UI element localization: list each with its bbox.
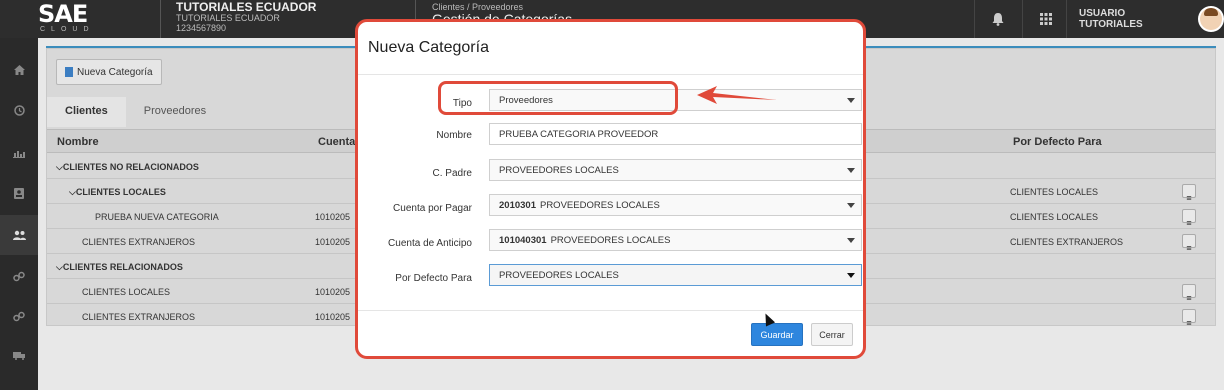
document-icon xyxy=(65,67,73,77)
row-name: CLIENTES LOCALES xyxy=(82,287,171,297)
row-name: ⌵CLIENTES RELACIONADOS xyxy=(56,262,183,272)
row-menu-button[interactable]: ≡ xyxy=(1182,309,1196,328)
clock-icon xyxy=(13,104,25,116)
cuenta-anticipo-select[interactable]: 101040301 PROVEEDORES LOCALES xyxy=(489,229,862,251)
caret-down-icon xyxy=(847,168,855,173)
tab-clientes[interactable]: Clientes xyxy=(47,97,126,127)
menu-icon: ≡ xyxy=(1186,193,1192,203)
user-name: USUARIO TUTORIALES xyxy=(1079,8,1143,30)
sidebar-item-shipping[interactable] xyxy=(0,336,38,376)
close-button[interactable]: Cerrar xyxy=(811,323,853,346)
menu-icon: ≡ xyxy=(1186,218,1192,228)
row-name: PRUEBA NUEVA CATEGORIA xyxy=(95,212,219,222)
row-account: 1010205 xyxy=(315,312,351,322)
save-button[interactable]: Guardar xyxy=(751,323,803,346)
padre-label: C. Padre xyxy=(432,168,472,179)
cuenta-anticipo-code: 101040301 xyxy=(499,234,547,246)
caret-down-icon xyxy=(847,238,855,243)
contact-icon xyxy=(14,187,24,199)
cuenta-anticipo-value: PROVEEDORES LOCALES xyxy=(550,234,671,246)
modal-footer-divider xyxy=(358,310,863,311)
row-account: 1010205 xyxy=(315,287,351,297)
row-menu-button[interactable]: ≡ xyxy=(1182,284,1196,303)
sidebar xyxy=(0,38,38,390)
sidebar-item-reports[interactable] xyxy=(0,133,38,173)
cuenta-pagar-value: PROVEEDORES LOCALES xyxy=(539,199,660,211)
grid-icon xyxy=(1039,13,1052,25)
row-name: CLIENTES EXTRANJEROS xyxy=(82,237,196,247)
column-header-account[interactable]: Cuenta xyxy=(318,136,355,148)
sidebar-item-relations[interactable] xyxy=(0,296,38,336)
tab-bar: Clientes Proveedores xyxy=(47,97,224,127)
nombre-label: Nombre xyxy=(436,130,472,141)
annotation-arrow xyxy=(697,86,777,104)
sidebar-item-home[interactable] xyxy=(0,50,38,90)
logo-sub: CLOUD xyxy=(40,26,95,33)
truck-icon xyxy=(13,352,25,360)
defecto-label: Por Defecto Para xyxy=(395,273,472,284)
app-logo[interactable]: SAE CLOUD xyxy=(38,2,100,34)
new-category-modal: Nueva Categoría Tipo Proveedores Nombre … xyxy=(355,19,866,359)
defecto-value: PROVEEDORES LOCALES xyxy=(499,269,619,281)
row-menu-button[interactable]: ≡ xyxy=(1182,184,1196,203)
modal-title: Nueva Categoría xyxy=(368,39,489,56)
row-menu-button[interactable]: ≡ xyxy=(1182,234,1196,253)
notifications-button[interactable] xyxy=(974,0,1020,38)
sidebar-item-links[interactable] xyxy=(0,256,38,296)
sidebar-item-history[interactable] xyxy=(0,90,38,130)
menu-icon: ≡ xyxy=(1186,318,1192,328)
defecto-select[interactable]: PROVEEDORES LOCALES xyxy=(489,264,862,286)
home-icon xyxy=(13,65,25,75)
sidebar-item-clients[interactable] xyxy=(0,215,38,255)
tab-proveedores[interactable]: Proveedores xyxy=(126,97,224,127)
row-name: ⌵CLIENTES LOCALES xyxy=(69,187,166,197)
nombre-value: PRUEBA CATEGORIA PROVEEDOR xyxy=(499,128,659,140)
new-category-button[interactable]: Nueva Categoría xyxy=(56,59,162,85)
padre-select[interactable]: PROVEEDORES LOCALES xyxy=(489,159,862,181)
row-default: CLIENTES LOCALES xyxy=(1010,212,1099,222)
avatar xyxy=(1198,6,1224,32)
row-default: CLIENTES EXTRANJEROS xyxy=(1010,237,1124,247)
link-icon xyxy=(13,271,25,281)
logo-main: SAE xyxy=(38,0,88,28)
row-default: CLIENTES LOCALES xyxy=(1010,187,1099,197)
company-name: TUTORIALES ECUADOR xyxy=(176,0,317,14)
users-icon xyxy=(12,230,26,240)
new-category-label: Nueva Categoría xyxy=(77,66,153,78)
column-header-default[interactable]: Por Defecto Para xyxy=(1013,136,1102,148)
sidebar-item-contacts[interactable] xyxy=(0,173,38,213)
chart-icon xyxy=(13,150,25,158)
menu-icon: ≡ xyxy=(1186,293,1192,303)
annotation-highlight-box xyxy=(438,81,678,115)
apps-button[interactable] xyxy=(1022,0,1068,38)
row-name: ⌵CLIENTES NO RELACIONADOS xyxy=(56,162,199,172)
row-account: 1010205 xyxy=(315,237,351,247)
caret-down-icon xyxy=(847,273,855,278)
row-menu-button[interactable]: ≡ xyxy=(1182,209,1196,228)
caret-down-icon xyxy=(847,98,855,103)
cuenta-pagar-label: Cuenta por Pagar xyxy=(393,203,472,214)
bell-icon xyxy=(992,13,1003,26)
padre-value: PROVEEDORES LOCALES xyxy=(499,164,619,176)
link-icon xyxy=(13,311,25,321)
nombre-input[interactable]: PRUEBA CATEGORIA PROVEEDOR xyxy=(489,123,862,145)
menu-icon: ≡ xyxy=(1186,243,1192,253)
modal-header-divider xyxy=(358,74,863,75)
caret-down-icon xyxy=(847,203,855,208)
cuenta-pagar-code: 2010301 xyxy=(499,199,536,211)
cuenta-pagar-select[interactable]: 2010301 PROVEEDORES LOCALES xyxy=(489,194,862,216)
row-name: CLIENTES EXTRANJEROS xyxy=(82,312,196,322)
user-menu[interactable]: USUARIO TUTORIALES xyxy=(1066,0,1224,38)
column-header-name[interactable]: Nombre xyxy=(57,136,99,148)
row-account: 1010205 xyxy=(315,212,351,222)
cuenta-anticipo-label: Cuenta de Anticipo xyxy=(388,238,472,249)
